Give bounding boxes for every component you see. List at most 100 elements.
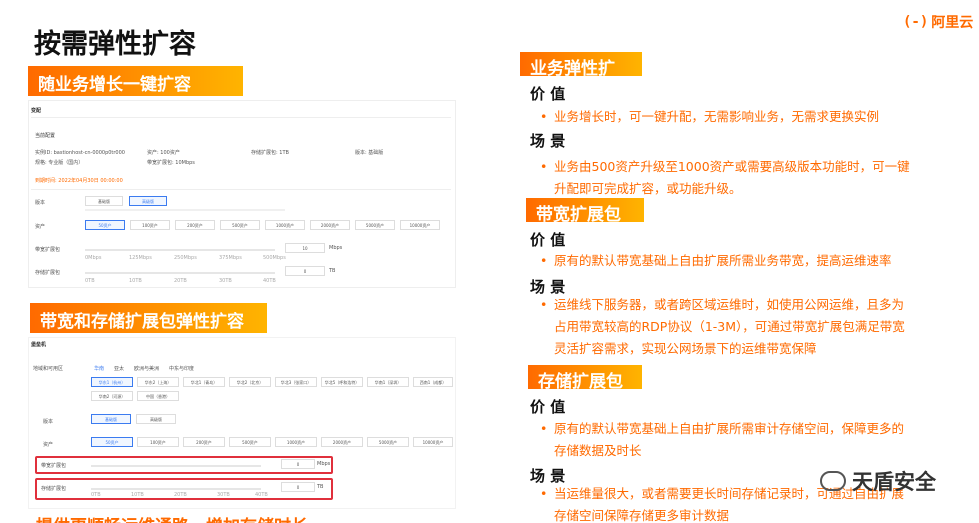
bandwidth-unit: Mbps — [329, 245, 343, 251]
tick-label: 30TB — [217, 492, 230, 498]
tick-label: 20TB — [174, 278, 187, 284]
bandwidth-label: 带宽扩展包 — [35, 247, 61, 253]
version-option-basic[interactable]: 基础版 — [91, 414, 131, 424]
tick-label: 40TB — [263, 278, 276, 284]
bandwidth-slider[interactable] — [85, 249, 275, 251]
region-option[interactable]: 华南2（河源） — [91, 391, 133, 401]
region-option[interactable]: 华南1（深圳） — [367, 377, 409, 387]
tick-label: 10TB — [131, 492, 144, 498]
tick-label: 0TB — [91, 492, 101, 498]
storage-unit: TB — [317, 484, 324, 490]
asset-option[interactable]: 100资产 — [137, 437, 179, 447]
version-value: 版本: 基础版 — [355, 150, 384, 156]
value-text: • 原有的默认带宽基础上自由扩展所需业务带宽，提高运维速率 — [540, 253, 892, 268]
value-label: 价 值 — [530, 231, 566, 249]
bandwidth-slider[interactable] — [91, 465, 261, 467]
asset-option[interactable]: 10000资产 — [413, 437, 453, 447]
asset-option[interactable]: 200资产 — [183, 437, 225, 447]
bandwidth-unit: Mbps — [317, 461, 331, 467]
asset-option[interactable]: 50资产 — [85, 220, 125, 230]
region-option[interactable]: 中国（香港） — [137, 391, 179, 401]
region-option[interactable]: 西南1（成都） — [413, 377, 453, 387]
asset-option[interactable]: 200资产 — [175, 220, 215, 230]
version-option-advanced[interactable]: 高级版 — [129, 196, 167, 206]
section-title-business: 业务弹性扩 — [520, 52, 642, 79]
asset-option[interactable]: 2000资产 — [321, 437, 363, 447]
value-text-content: 业务增长时，可一键升配，无需影响业务，无需求更换实例 — [554, 109, 880, 124]
storage-stepper[interactable]: 0 — [281, 482, 315, 492]
value-text: • 原有的默认带宽基础上自由扩展所需审计存储空间，保障更多的存储数据及时长 — [540, 421, 905, 458]
asset-option[interactable]: 50资产 — [91, 437, 133, 447]
asset-option[interactable]: 2000资产 — [310, 220, 350, 230]
tick-label: 0Mbps — [85, 255, 102, 261]
bandwidth-stepper[interactable]: 10 — [285, 243, 325, 253]
tick-label: 125Mbps — [129, 255, 152, 261]
scene-label: 场 景 — [530, 132, 566, 150]
version-option-advanced[interactable]: 高级版 — [136, 414, 176, 424]
section-title-bandwidth: 带宽扩展包 — [526, 198, 644, 225]
spec-value: 规格: 专业版（国内） — [35, 160, 84, 166]
region-option[interactable]: 华北5（呼和浩特） — [321, 377, 363, 387]
storage-value: 存储扩展包: 1TB — [251, 150, 289, 156]
tab-south-china[interactable]: 华南 — [94, 365, 104, 372]
tick-label: 500Mbps — [263, 255, 286, 261]
panel-header: 堡垒机 — [31, 342, 47, 348]
purchase-panel: 堡垒机 地域和可用区 华南 亚太 欧洲与美洲 中东与印度 华东1（杭州） 华东2… — [28, 337, 456, 509]
region-option[interactable]: 华东1（杭州） — [91, 377, 133, 387]
storage-stepper[interactable]: 0 — [285, 266, 325, 276]
value-text: • 业务增长时，可一键升配，无需影响业务，无需求更换实例 — [540, 109, 880, 124]
assets-value: 资产: 100资产 — [147, 150, 180, 156]
asset-option[interactable]: 500资产 — [220, 220, 260, 230]
tick-label: 250Mbps — [174, 255, 197, 261]
value-text-content: 原有的默认带宽基础上自由扩展所需审计存储空间，保障更多的存储数据及时长 — [554, 421, 905, 458]
tick-label: 40TB — [255, 492, 268, 498]
storage-label: 存储扩展包 — [35, 270, 61, 276]
tick-label: 30TB — [219, 278, 232, 284]
asset-option[interactable]: 5000资产 — [355, 220, 395, 230]
region-option[interactable]: 华北2（北京） — [229, 377, 271, 387]
scene-text-content: 业务由500资产升级至1000资产或需要高级版本功能时，可一键升配即可完成扩容，… — [554, 159, 910, 196]
assets-label: 资产 — [35, 224, 46, 230]
bandwidth-stepper[interactable]: 0 — [281, 459, 315, 469]
version-option-basic[interactable]: 基础版 — [85, 196, 123, 206]
storage-slider[interactable] — [91, 488, 261, 490]
storage-unit: TB — [329, 268, 336, 274]
watermark-text: 天盾安全 — [852, 470, 936, 494]
region-option[interactable]: 华北3（张家口） — [275, 377, 317, 387]
region-option[interactable]: 华东2（上海） — [137, 377, 179, 387]
page-title: 按需弹性扩容 — [34, 29, 196, 60]
bandwidth-label: 带宽扩展包 — [41, 463, 67, 469]
asset-option[interactable]: 10000资产 — [400, 220, 440, 230]
asset-option[interactable]: 5000资产 — [367, 437, 409, 447]
watermark: 天盾安全 — [820, 466, 936, 496]
tick-label: 375Mbps — [219, 255, 242, 261]
asset-option[interactable]: 1000资产 — [265, 220, 305, 230]
banner-one-click: 随业务增长一键扩容 — [28, 66, 243, 96]
scene-text: • 业务由500资产升级至1000资产或需要高级版本功能时，可一键升配即可完成扩容… — [540, 159, 910, 196]
asset-option[interactable]: 500资产 — [229, 437, 271, 447]
value-label: 价 值 — [530, 85, 566, 103]
tick-label: 10TB — [129, 278, 142, 284]
section-title-storage: 存储扩展包 — [528, 365, 642, 392]
value-label: 价 值 — [530, 398, 566, 416]
region-option[interactable]: 华北1（青岛） — [183, 377, 225, 387]
version-label: 版本 — [35, 200, 46, 206]
region-label: 地域和可用区 — [33, 366, 64, 372]
current-config-label: 当前配置 — [35, 133, 56, 139]
tick-label: 20TB — [174, 492, 187, 498]
expire-time: 到期时间: 2022年04月30日 00:00:00 — [35, 178, 123, 184]
tab-asia-pacific[interactable]: 亚太 — [114, 365, 124, 372]
scene-text-content: 运维线下服务器，或者跨区域运维时，如使用公网运维，且多为占用带宽较高的RDP协议… — [554, 297, 905, 356]
tab-middle-east-india[interactable]: 中东与印度 — [169, 365, 194, 372]
scene-text: • 运维线下服务器，或者跨区域运维时，如使用公网运维，且多为占用带宽较高的RDP协… — [540, 297, 905, 356]
version-label: 版本 — [43, 419, 54, 425]
upgrade-panel: 变配 当前配置 实例ID: bastionhost-cn-0000p0tr000… — [28, 100, 456, 288]
asset-option[interactable]: 1000资产 — [275, 437, 317, 447]
instance-id: 实例ID: bastionhost-cn-0000p0tr000 — [35, 150, 125, 156]
storage-slider[interactable] — [85, 272, 275, 274]
wechat-icon — [820, 471, 846, 491]
banner-bandwidth-storage: 带宽和存储扩展包弹性扩容 — [30, 303, 267, 333]
tab-europe-america[interactable]: 欧洲与美洲 — [134, 365, 159, 372]
asset-option[interactable]: 100资产 — [130, 220, 170, 230]
aliyun-logo: (-) 阿里云 — [903, 12, 973, 32]
